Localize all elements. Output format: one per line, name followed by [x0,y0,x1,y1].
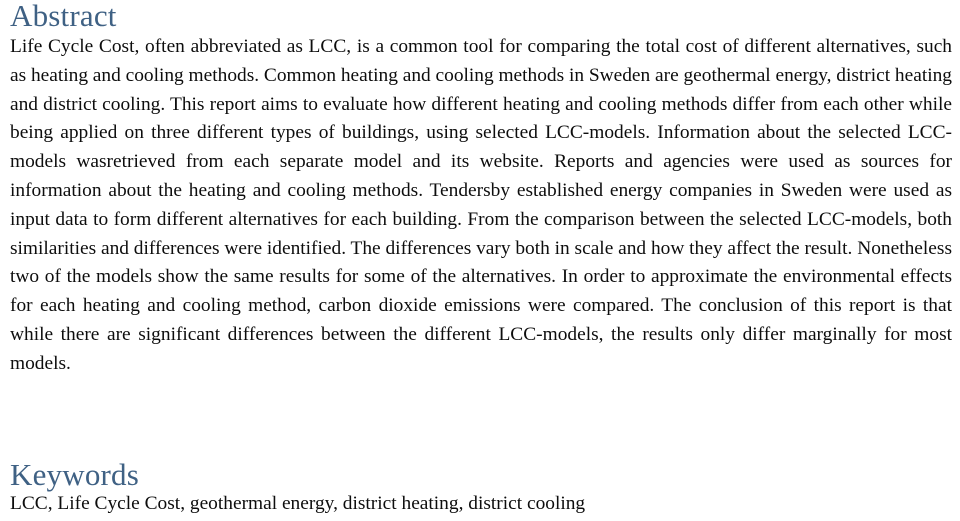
keywords-heading: Keywords [10,457,140,492]
abstract-body-text: Life Cycle Cost, often abbreviated as LC… [10,36,952,374]
keywords-list-text: LCC, Life Cycle Cost, geothermal energy,… [10,493,586,514]
abstract-page: Abstract Life Cycle Cost, often abbrevia… [0,0,960,521]
abstract-heading: Abstract [10,0,117,33]
